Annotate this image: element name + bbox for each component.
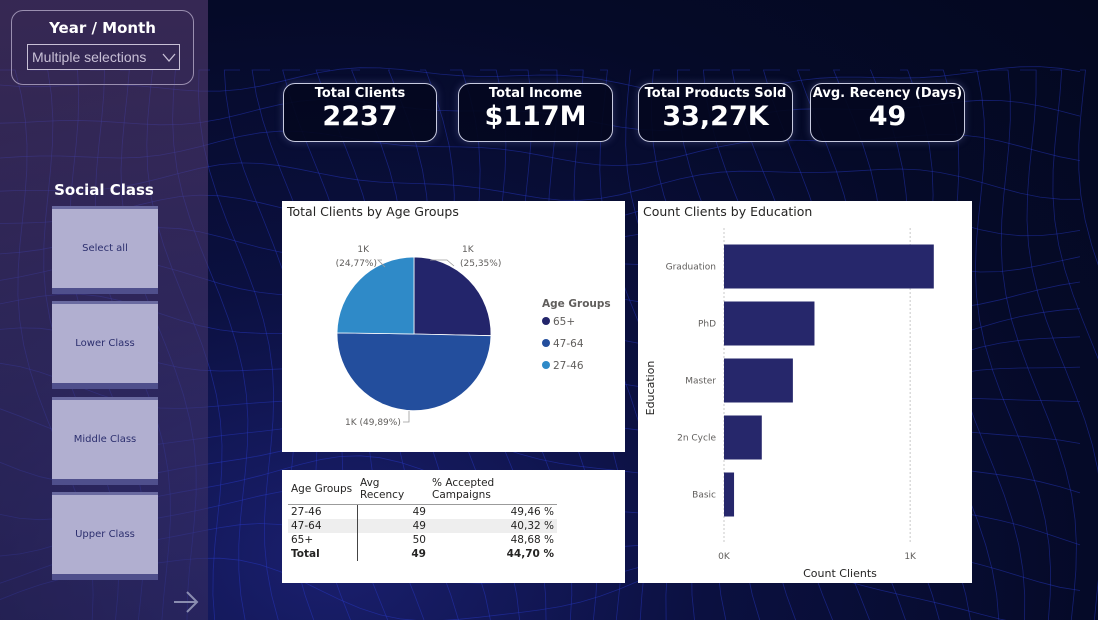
option-label: Select all [82,243,128,254]
table-cell: 47-64 [288,518,358,533]
pie-data-label: 1K [462,245,475,255]
x-tick-label: 0K [718,552,731,562]
column-header[interactable]: % Accepted Campaigns [429,476,557,505]
column-header[interactable]: Age Groups [288,476,357,505]
category-label: Basic [692,491,716,501]
pie-data-label: (24,77%) [336,259,377,269]
bar-Graduation[interactable] [724,244,934,289]
age-group-table: Age Groups Avg Recency % Accepted Campai… [288,476,557,561]
pie-data-label: 1K [357,245,370,255]
pie-data-label: (25,35%) [460,259,501,269]
bar-Master[interactable] [724,358,793,403]
table-cell: 49 [357,518,429,533]
table-cell: 65+ [288,532,358,547]
table-row: 27-46 49 49,46 % [288,504,557,519]
kpi-label: Total Income [488,86,583,101]
pie-chart-panel: Total Clients by Age Groups 1K (25,35%) … [282,201,625,452]
kpi-label: Avg. Recency (Days) [812,86,963,101]
kpi-label: Total Products Sold [644,86,787,101]
wireframe-line [990,69,1077,620]
option-label: Lower Class [75,338,135,349]
bar-Basic[interactable] [724,472,735,517]
table-row: 65+ 50 48,68 % [288,532,557,547]
social-class-middle[interactable]: Middle Class [52,397,158,485]
x-axis-label: Count Clients [803,567,877,580]
legend-marker [542,317,550,325]
legend-item[interactable]: 47-64 [553,338,584,350]
table-cell: 50 [412,533,426,546]
bar-2n Cycle[interactable] [724,415,762,460]
arrow-right-icon[interactable] [172,590,200,614]
table-total-row: Total 49 44,70 % [288,546,557,561]
option-label: Middle Class [73,434,137,445]
pie-data-label: 1K (49,89%) [345,418,401,428]
table-cell: 40,32 % [429,518,557,533]
social-class-lower[interactable]: Lower Class [52,301,158,389]
table-cell: 49 [411,547,426,560]
table-cell: Total [288,546,358,561]
age-group-table-panel: Age Groups Avg Recency % Accepted Campai… [282,470,625,583]
year-month-filter: Year / Month Multiple selections [11,10,194,85]
social-class-upper[interactable]: Upper Class [52,492,158,580]
wireframe-line [1078,69,1098,266]
leader-line [403,411,410,423]
year-month-dropdown[interactable]: Multiple selections [27,44,180,70]
option-label: Upper Class [75,529,135,540]
kpi-total-products-sold: Total Products Sold 33,27K [638,83,793,142]
year-month-value: Multiple selections [32,49,147,65]
category-label: PhD [698,320,716,330]
y-axis-label: Education [644,361,657,416]
filter-sidebar: Year / Month Multiple selections Social … [0,0,208,620]
kpi-total-clients: Total Clients 2237 [283,83,437,142]
pie-legend-title: Age Groups [542,298,611,310]
kpi-value: 49 [868,101,907,132]
kpi-label: Total Clients [314,86,406,101]
legend-marker [542,361,550,369]
kpi-value: 33,27K [662,101,769,132]
table-cell: 48,68 % [510,533,554,546]
wireframe-line [960,69,1052,620]
kpi-total-income: Total Income $117M [458,83,613,142]
kpi-avg-recency: Avg. Recency (Days) 49 [810,83,965,142]
column-header[interactable]: Avg Recency [357,476,429,505]
table-cell: 49,46 % [510,505,554,518]
bar-chart: Graduation PhD Master 2n Cycle Basic 0K 1K Co… [644,228,934,580]
bar-PhD[interactable] [724,301,815,346]
pie-chart: 1K (25,35%) 1K (24,77%) 1K (49,89%) Age … [336,245,611,428]
social-class-title: Social Class [54,181,154,199]
table-cell: 27-46 [288,504,358,519]
chevron-down-icon [162,53,176,62]
table-cell: 49 [412,505,426,518]
social-class-select-all[interactable]: Select all [52,206,158,294]
year-month-title: Year / Month [49,19,156,37]
bar-chart-panel: Count Clients by Education Graduation PhD… [638,201,972,583]
legend-marker [542,339,550,347]
pie-slice-47-64[interactable] [336,332,492,412]
legend-item[interactable]: 27-46 [553,360,584,372]
category-label: Master [685,377,716,387]
category-label: Graduation [666,263,716,273]
category-label: 2n Cycle [677,434,716,444]
kpi-value: $117M [484,101,587,132]
table-row: 47-64 49 40,32 % [288,518,557,533]
table-cell: 44,70 % [506,547,554,560]
kpi-value: 2237 [322,101,398,132]
legend-item[interactable]: 65+ [553,316,575,328]
x-tick-label: 1K [904,552,917,562]
